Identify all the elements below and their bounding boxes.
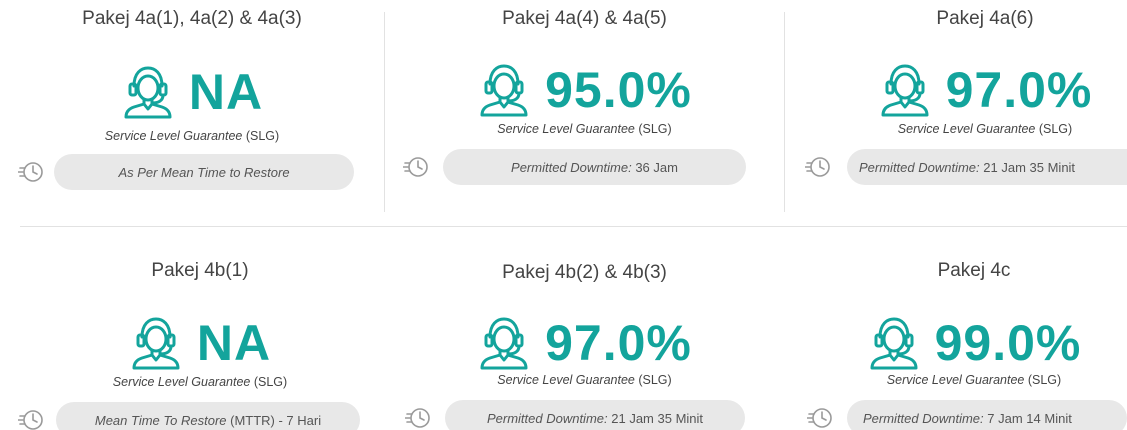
fast-clock-icon xyxy=(805,155,831,179)
pill-label: Permitted Downtime: xyxy=(511,159,632,175)
pill-value: 21 Jam 35 Minit xyxy=(983,159,1076,175)
pill-label: Permitted Downtime: xyxy=(863,410,984,426)
slg-value: 95.0% xyxy=(545,62,692,118)
slg-value: NA xyxy=(188,64,264,120)
slg-caption: Service Level Guarantee (SLG) xyxy=(785,122,1127,136)
slg-label: Service Level Guarantee xyxy=(497,373,635,387)
slg-card-pakej-4b1: Pakej 4b(1) NA Service Level Guarantee (… xyxy=(0,215,384,430)
pill-label: Permitted Downtime: xyxy=(486,410,608,426)
downtime-pill: Permitted Downtime: 21 Jam 35 Minit xyxy=(847,149,1127,185)
slg-card-pakej-4b2-4b3: Pakej 4b(2) & 4b(3) 97.0% Service Level … xyxy=(385,215,784,430)
slg-metric: NA xyxy=(0,62,384,122)
downtime-pill: Mean Time To Restore (MTTR) - 7 Hari xyxy=(56,402,360,430)
slg-value: 97.0% xyxy=(545,315,692,371)
slg-abbr: (SLG) xyxy=(638,122,672,136)
slg-caption: Service Level Guarantee (SLG) xyxy=(385,122,784,136)
headset-agent-icon xyxy=(878,62,932,118)
headset-agent-icon xyxy=(129,315,183,371)
slg-abbr: (SLG) xyxy=(253,375,288,389)
downtime-pill: Permitted Downtime: 7 Jam 14 Minit xyxy=(847,400,1127,430)
card-title: Pakej 4b(2) & 4b(3) xyxy=(502,262,667,283)
fast-clock-icon xyxy=(18,160,44,184)
slg-card-pakej-4a1-4a2-4a3: Pakej 4a(1), 4a(2) & 4a(3) NA Service Le… xyxy=(0,0,384,215)
headset-agent-icon xyxy=(867,315,921,371)
pill-value: 21 Jam 35 Minit xyxy=(611,410,704,426)
card-title: Pakej 4b(1) xyxy=(151,260,249,281)
slg-metric: 97.0% xyxy=(785,60,1127,120)
pill-value: (MTTR) - 7 Hari xyxy=(230,412,322,428)
pill-label: Mean Time To Restore xyxy=(94,412,227,428)
slg-abbr: (SLG) xyxy=(1027,373,1062,387)
slg-abbr: (SLG) xyxy=(245,129,280,143)
pill-label: Permitted Downtime: xyxy=(859,159,980,175)
slg-metric: 95.0% xyxy=(385,60,784,120)
slg-grid: Pakej 4a(1), 4a(2) & 4a(3) NA Service Le… xyxy=(0,0,1127,430)
card-title: Pakej 4a(6) xyxy=(936,8,1034,29)
pill-label: As Per Mean Time to Restore xyxy=(118,164,290,180)
pill-value: 7 Jam 14 Minit xyxy=(987,410,1072,426)
pill-value: 36 Jam xyxy=(635,159,678,175)
headset-agent-icon xyxy=(477,62,531,118)
slg-abbr: (SLG) xyxy=(638,373,672,387)
slg-caption: Service Level Guarantee (SLG) xyxy=(785,373,1127,387)
slg-metric: 99.0% xyxy=(785,313,1127,373)
slg-label: Service Level Guarantee xyxy=(112,375,251,389)
slg-label: Service Level Guarantee xyxy=(886,373,1025,387)
slg-caption: Service Level Guarantee (SLG) xyxy=(385,373,784,387)
fast-clock-icon xyxy=(403,155,429,179)
headset-agent-icon xyxy=(477,315,531,371)
slg-abbr: (SLG) xyxy=(1038,122,1073,136)
slg-value: 97.0% xyxy=(945,62,1093,118)
fast-clock-icon xyxy=(405,406,431,430)
downtime-row: Permitted Downtime: 36 Jam xyxy=(403,149,748,185)
slg-caption: Service Level Guarantee (SLG) xyxy=(0,129,384,143)
card-title: Pakej 4a(4) & 4a(5) xyxy=(502,8,667,29)
downtime-row: Permitted Downtime: 21 Jam 35 Minit xyxy=(405,400,750,430)
downtime-pill: Permitted Downtime: 36 Jam xyxy=(443,149,746,185)
slg-metric: NA xyxy=(0,313,400,373)
downtime-pill: As Per Mean Time to Restore xyxy=(54,154,354,190)
slg-metric: 97.0% xyxy=(385,313,784,373)
downtime-row: As Per Mean Time to Restore xyxy=(18,154,358,190)
slg-value: NA xyxy=(196,315,272,371)
downtime-row: Permitted Downtime: 21 Jam 35 Minit xyxy=(805,149,1127,185)
slg-card-pakej-4c: Pakej 4c 99.0% Service Level Guarantee (… xyxy=(785,215,1127,430)
card-title: Pakej 4c xyxy=(937,260,1011,281)
slg-label: Service Level Guarantee xyxy=(104,129,243,143)
downtime-row: Permitted Downtime: 7 Jam 14 Minit xyxy=(807,400,1127,430)
slg-card-pakej-4a4-4a5: Pakej 4a(4) & 4a(5) 95.0% Service Level … xyxy=(385,0,784,215)
fast-clock-icon xyxy=(807,406,833,430)
downtime-pill: Permitted Downtime: 21 Jam 35 Minit xyxy=(445,400,745,430)
card-title: Pakej 4a(1), 4a(2) & 4a(3) xyxy=(82,8,302,29)
slg-label: Service Level Guarantee xyxy=(497,122,635,136)
slg-label: Service Level Guarantee xyxy=(897,122,1036,136)
downtime-row: Mean Time To Restore (MTTR) - 7 Hari xyxy=(18,402,363,430)
fast-clock-icon xyxy=(18,408,44,430)
slg-caption: Service Level Guarantee (SLG) xyxy=(0,375,400,389)
headset-agent-icon xyxy=(121,64,175,120)
slg-card-pakej-4a6: Pakej 4a(6) 97.0% Service Level Guarante… xyxy=(785,0,1127,215)
slg-value: 99.0% xyxy=(934,315,1082,371)
